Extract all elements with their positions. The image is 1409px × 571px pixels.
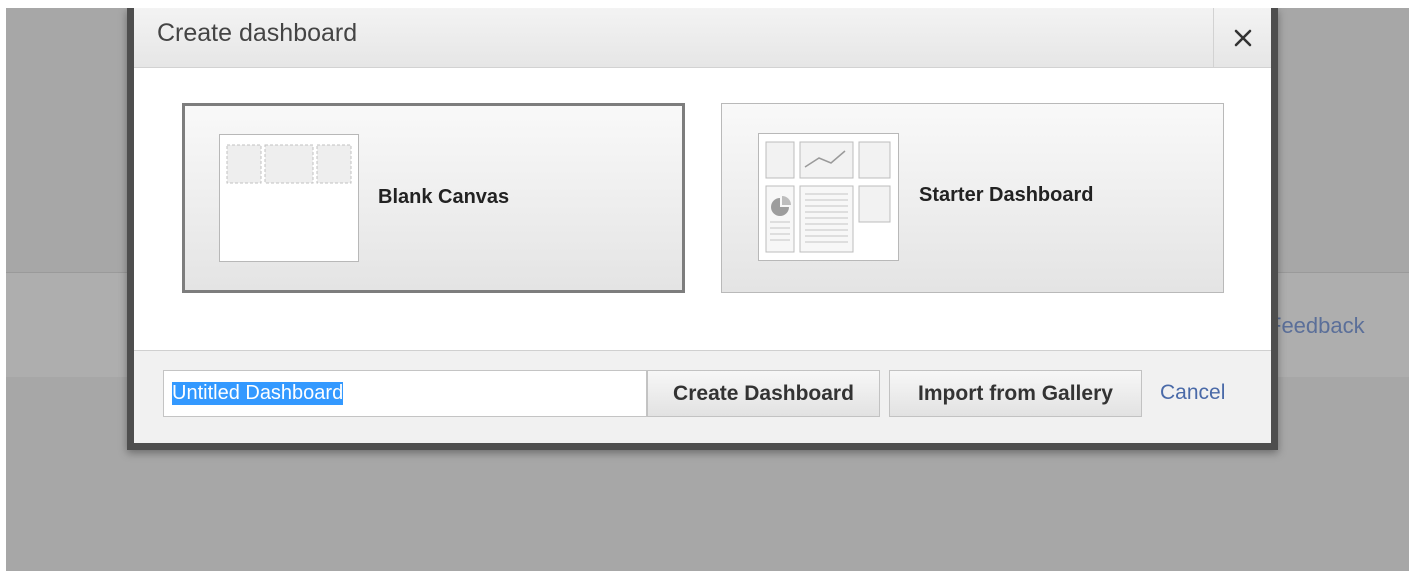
dialog-title: Create dashboard [157,19,358,47]
option-starter-dashboard[interactable]: Starter Dashboard [721,103,1224,293]
dialog-body: Create dashboard Blank Canvas Starter Da… [134,8,1271,443]
cancel-link[interactable]: Cancel [1160,381,1225,405]
page-overlay: Feedback Create dashboard Blank Canvas S… [6,8,1409,571]
dialog-header: Create dashboard [134,8,1271,68]
create-dashboard-dialog: Create dashboard Blank Canvas Starter Da… [127,8,1278,450]
option-label: Blank Canvas [378,186,510,208]
dialog-footer: Create Dashboard Import from Gallery Can… [134,350,1271,443]
option-label: Starter Dashboard [919,184,1094,206]
dashboard-name-input[interactable] [163,370,647,417]
close-icon [1234,29,1251,46]
blank-canvas-thumbnail-icon [219,134,359,262]
import-from-gallery-button[interactable]: Import from Gallery [889,370,1142,417]
create-dashboard-button[interactable]: Create Dashboard [647,370,880,417]
starter-dashboard-thumbnail-icon [758,133,899,261]
option-blank-canvas[interactable]: Blank Canvas [182,103,685,293]
feedback-link[interactable]: Feedback [1268,313,1365,339]
close-button[interactable] [1213,8,1271,67]
